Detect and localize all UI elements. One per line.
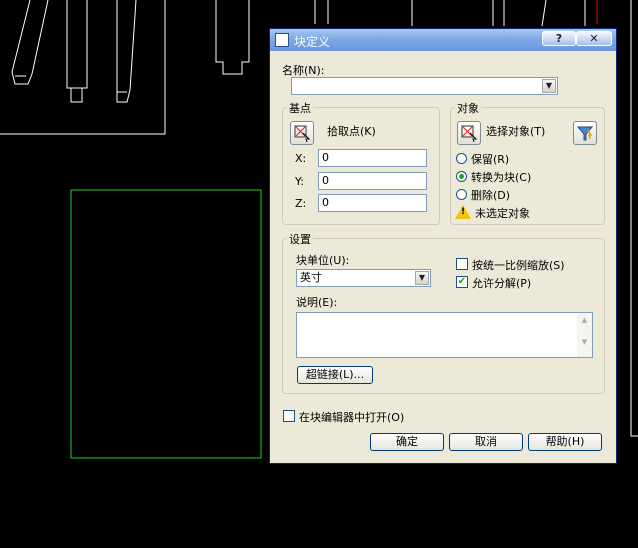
objects-legend: 对象 [455,100,481,116]
pick-point-label: 拾取点(K) [327,125,376,138]
description-textarea[interactable]: ▲ ▼ [296,312,593,358]
pick-point-icon [294,125,311,143]
scroll-down-icon[interactable]: ▼ [577,338,592,346]
scale-uniformly-checkbox[interactable] [456,258,468,270]
block-unit-combobox[interactable]: 英寸 ▼ [296,269,431,287]
block-unit-label: 块单位(U): [296,254,350,267]
dialog-titlebar[interactable]: 块定义 ? ✕ [270,29,616,51]
ok-button[interactable]: 确定 [370,433,444,451]
allow-exploding-label: 允许分解(P) [472,277,532,290]
objects-group: 对象 选择对象(T) 保留(R) 转换为块(C) 删除(D) ! 未选定对象 [450,100,605,225]
y-label: Y: [295,175,304,188]
help-titlebar-button[interactable]: ? [542,31,576,46]
select-objects-label: 选择对象(T) [486,125,546,138]
description-label: 说明(E): [296,296,338,309]
select-objects-button[interactable] [457,121,481,145]
retain-radio[interactable] [456,153,467,164]
settings-group: 设置 块单位(U): 英寸 ▼ 按统一比例缩放(S) ✔ 允许分解(P) 说明(… [282,231,605,394]
retain-label: 保留(R) [471,153,510,166]
block-unit-value: 英寸 [300,271,322,284]
warning-icon: ! [455,205,471,219]
help-button[interactable]: 帮助(H) [528,433,602,451]
y-input[interactable]: 0 [318,172,427,190]
base-point-legend: 基点 [287,100,313,116]
z-label: Z: [295,197,307,210]
cancel-button[interactable]: 取消 [449,433,523,451]
convert-to-block-radio[interactable] [456,171,467,182]
z-input[interactable]: 0 [318,194,427,212]
open-in-block-editor-checkbox[interactable] [283,410,295,422]
open-in-block-editor-label: 在块编辑器中打开(O) [299,411,405,424]
convert-to-block-label: 转换为块(C) [471,171,532,184]
allow-exploding-checkbox[interactable]: ✔ [456,276,468,288]
delete-radio[interactable] [456,189,467,200]
hyperlink-button[interactable]: 超链接(L)... [297,366,373,384]
close-button[interactable]: ✕ [576,31,612,46]
x-input[interactable]: 0 [318,149,427,167]
delete-label: 删除(D) [471,189,511,202]
settings-legend: 设置 [287,231,313,247]
filter-icon [576,126,594,141]
quick-select-button[interactable] [573,121,597,145]
app-icon [275,33,289,47]
no-objects-selected-text: 未选定对象 [475,207,530,220]
scale-uniformly-label: 按统一比例缩放(S) [472,259,565,272]
scroll-up-icon[interactable]: ▲ [577,316,592,324]
x-label: X: [295,152,307,165]
pick-point-button[interactable] [290,121,314,145]
chevron-down-icon[interactable]: ▼ [542,79,556,93]
name-combobox[interactable]: ▼ [291,77,558,95]
cad-selection-rectangle [70,189,262,459]
block-definition-dialog: 块定义 ? ✕ 名称(N): ▼ 基点 拾取点(K) X: 0 Y: 0 Z: … [269,28,617,464]
dialog-title: 块定义 [294,35,331,49]
base-point-group: 基点 拾取点(K) X: 0 Y: 0 Z: 0 [282,100,440,225]
chevron-down-icon[interactable]: ▼ [415,271,429,285]
name-label: 名称(N): [282,64,325,77]
description-scrollbar[interactable]: ▲ ▼ [577,313,592,357]
select-objects-icon [461,125,478,143]
